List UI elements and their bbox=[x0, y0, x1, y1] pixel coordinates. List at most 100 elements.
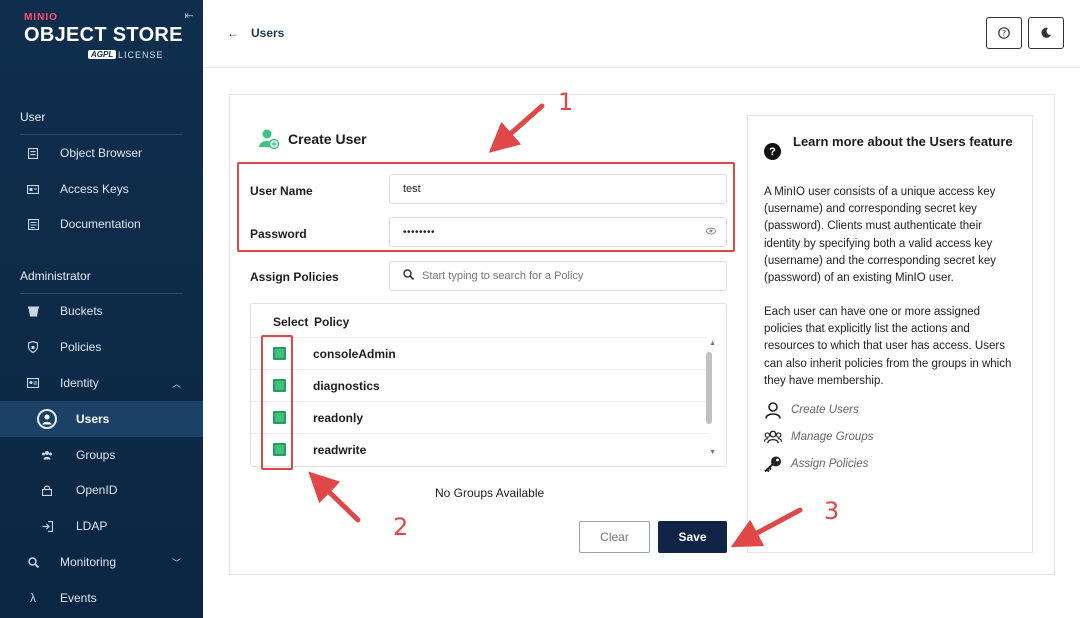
sidebar-item-label: Access Keys bbox=[60, 182, 129, 196]
help-link-label: Create Users bbox=[791, 404, 859, 416]
help-paragraph: A MinIO user consists of a unique access… bbox=[764, 186, 997, 285]
logo-agpl-badge: AGPL bbox=[88, 50, 117, 59]
search-icon bbox=[403, 269, 415, 283]
scroll-down-icon[interactable]: ▼ bbox=[709, 449, 716, 456]
password-field[interactable]: •••••••• bbox=[389, 217, 727, 247]
policy-name: consoleAdmin bbox=[313, 346, 396, 361]
scrollbar-thumb[interactable] bbox=[706, 352, 712, 424]
sidebar-item-buckets[interactable]: Buckets bbox=[0, 294, 203, 328]
svg-text:?: ? bbox=[1002, 29, 1006, 38]
scroll-up-icon[interactable]: ▲ bbox=[709, 340, 716, 347]
sidebar-item-monitoring[interactable]: Monitoring ﹀ bbox=[0, 545, 203, 579]
policy-name: diagnostics bbox=[313, 378, 380, 393]
lock-icon bbox=[40, 483, 54, 497]
back-link-label: Users bbox=[251, 26, 285, 40]
chevron-up-icon: ︿ bbox=[171, 378, 181, 389]
arrow-left-icon: ← bbox=[227, 26, 239, 40]
section-title-user: User bbox=[20, 110, 46, 124]
key-card-icon bbox=[26, 182, 40, 196]
policy-name: readonly bbox=[313, 410, 364, 425]
back-link[interactable]: ← Users bbox=[227, 26, 284, 40]
table-row[interactable]: diagnostics bbox=[251, 369, 707, 401]
policy-checkbox[interactable] bbox=[273, 347, 286, 360]
form-title-text: Create User bbox=[288, 131, 367, 147]
help-title: Learn more about the Users feature bbox=[793, 134, 1013, 149]
username-input[interactable] bbox=[403, 183, 693, 195]
sidebar-item-label: Object Browser bbox=[60, 146, 143, 160]
policy-checkbox[interactable] bbox=[273, 443, 286, 456]
question-icon: ? bbox=[764, 143, 781, 160]
lambda-icon: λ bbox=[30, 591, 36, 605]
sidebar-item-label: OpenID bbox=[76, 483, 118, 497]
password-label: Password bbox=[250, 227, 307, 241]
key-icon bbox=[764, 455, 782, 473]
help-link-manage-groups[interactable]: Manage Groups bbox=[764, 428, 873, 446]
sidebar-item-label: Groups bbox=[76, 448, 116, 462]
chevron-down-icon: ﹀ bbox=[171, 557, 181, 568]
sidebar-item-label: Monitoring bbox=[60, 555, 117, 569]
sidebar-item-label: Events bbox=[60, 591, 97, 605]
id-card-icon bbox=[26, 376, 40, 390]
help-paragraph: Each user can have one or more assigned … bbox=[764, 306, 1012, 387]
moon-icon bbox=[1041, 27, 1051, 38]
assign-policies-label: Assign Policies bbox=[250, 270, 339, 284]
annotation-number: 1 bbox=[558, 88, 574, 116]
sidebar-item-label: Users bbox=[76, 412, 110, 426]
no-groups-message: No Groups Available bbox=[435, 486, 545, 500]
sidebar-item-label: Documentation bbox=[60, 217, 141, 231]
sidebar-item-events[interactable]: λ Events bbox=[0, 581, 203, 615]
group-icon bbox=[40, 448, 54, 462]
document-icon bbox=[26, 217, 40, 231]
sidebar-item-object-browser[interactable]: Object Browser bbox=[0, 136, 203, 170]
sidebar-item-documentation[interactable]: Documentation bbox=[0, 207, 203, 241]
browser-icon bbox=[26, 146, 40, 160]
logo-license: LICENSE bbox=[118, 50, 164, 60]
bucket-icon bbox=[26, 304, 40, 318]
sidebar-item-identity[interactable]: Identity ︿ bbox=[0, 366, 203, 400]
policy-checkbox[interactable] bbox=[273, 411, 286, 424]
policy-search-field[interactable] bbox=[389, 261, 727, 291]
username-field[interactable] bbox=[389, 174, 727, 204]
sidebar-item-ldap[interactable]: LDAP bbox=[0, 509, 203, 543]
help-link-assign-policies[interactable]: Assign Policies bbox=[764, 455, 868, 473]
policy-table: Select Policy consoleAdmin diagnostics r… bbox=[250, 303, 727, 467]
sidebar-item-groups[interactable]: Groups bbox=[0, 438, 203, 472]
table-row[interactable]: readonly bbox=[251, 401, 707, 433]
policy-search-input[interactable] bbox=[422, 270, 712, 282]
help-link-create-users[interactable]: Create Users bbox=[764, 401, 859, 419]
eye-icon[interactable] bbox=[706, 227, 716, 237]
help-link-label: Assign Policies bbox=[791, 458, 869, 470]
password-input[interactable]: •••••••• bbox=[403, 227, 435, 238]
clear-button[interactable]: Clear bbox=[579, 521, 650, 553]
section-title-administrator: Administrator bbox=[20, 269, 91, 283]
form-title: Create User bbox=[258, 128, 367, 150]
sidebar-item-label: Policies bbox=[60, 340, 102, 354]
page-header: ← Users ? bbox=[203, 0, 1080, 68]
sidebar-item-users[interactable]: Users bbox=[0, 401, 203, 437]
logo: MINIO OBJECT STORE AGPL LICENSE bbox=[24, 10, 189, 66]
help-link-label: Manage Groups bbox=[791, 431, 874, 443]
sidebar-item-openid[interactable]: OpenID bbox=[0, 473, 203, 507]
logo-brand: MINIO bbox=[24, 12, 58, 23]
group-icon bbox=[764, 428, 782, 446]
table-row[interactable]: consoleAdmin bbox=[251, 337, 707, 369]
save-button[interactable]: Save bbox=[658, 521, 727, 553]
sidebar: MINIO OBJECT STORE AGPL LICENSE ⇤ User O… bbox=[0, 0, 203, 618]
policy-checkbox[interactable] bbox=[273, 379, 286, 392]
magnifier-icon bbox=[26, 555, 40, 569]
logo-product: OBJECT STORE bbox=[24, 24, 183, 46]
table-row[interactable]: readwrite bbox=[251, 433, 707, 465]
shield-icon bbox=[26, 340, 40, 354]
divider bbox=[20, 134, 183, 135]
sidebar-item-label: LDAP bbox=[76, 519, 108, 533]
sidebar-item-policies[interactable]: Policies bbox=[0, 330, 203, 364]
add-user-icon bbox=[258, 128, 280, 150]
policy-name: readwrite bbox=[313, 442, 367, 457]
collapse-sidebar-icon[interactable]: ⇤ bbox=[183, 10, 195, 22]
help-button[interactable]: ? bbox=[986, 17, 1022, 49]
sidebar-item-access-keys[interactable]: Access Keys bbox=[0, 172, 203, 206]
user-icon bbox=[764, 401, 782, 419]
dark-mode-button[interactable] bbox=[1028, 17, 1064, 49]
sidebar-item-label: Identity bbox=[60, 376, 99, 390]
annotation-number: 3 bbox=[824, 497, 840, 525]
